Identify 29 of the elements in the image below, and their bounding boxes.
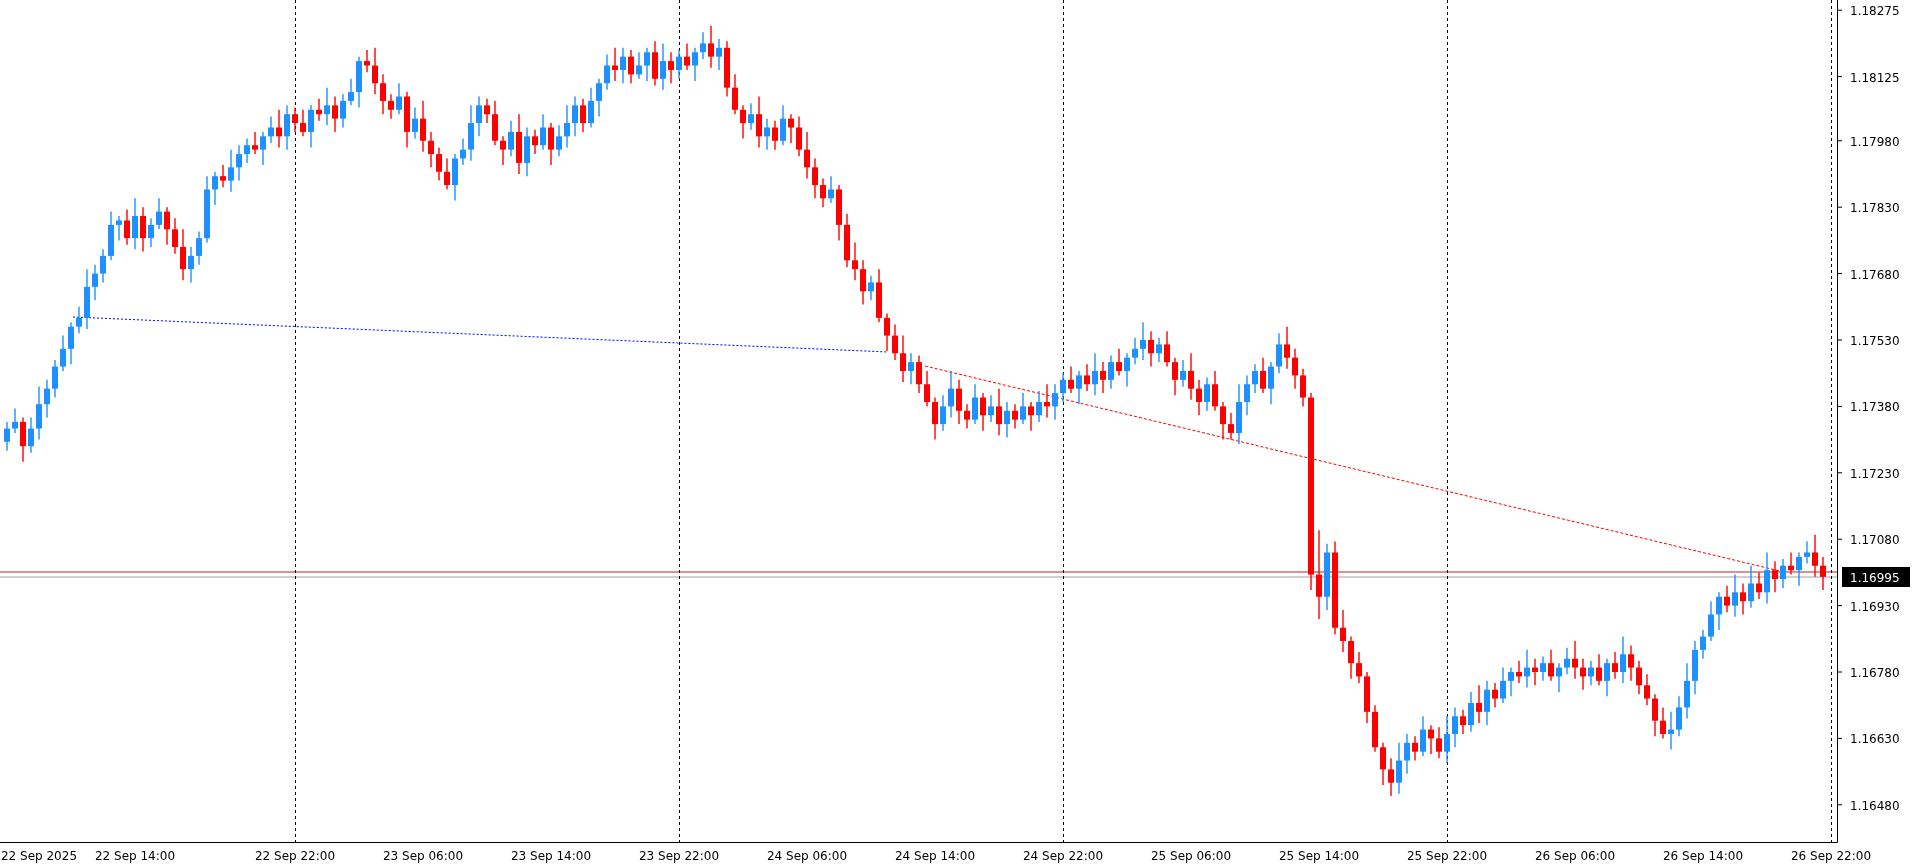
price-label: 1.17830 [1850,201,1900,216]
time-label: 26 Sep 06:00 [1534,849,1616,863]
time-label: 23 Sep 06:00 [382,849,464,863]
time-label: 26 Sep 14:00 [1662,849,1744,863]
price-label: 1.17080 [1850,533,1900,548]
time-label: 24 Sep 22:00 [1022,849,1104,863]
price-label: 1.17680 [1850,267,1900,282]
time-label: 25 Sep 06:00 [1150,849,1232,863]
time-label: 24 Sep 06:00 [766,849,848,863]
time-label: 26 Sep 22:00 [1790,849,1872,863]
price-label: 1.18125 [1850,70,1900,85]
time-label: 25 Sep 22:00 [1406,849,1488,863]
time-label: 23 Sep 22:00 [638,849,720,863]
price-label: 1.16930 [1850,599,1900,614]
time-label: 22 Sep 22:00 [254,849,336,863]
time-label: 24 Sep 14:00 [894,849,976,863]
time-label: 22 Sep 2025 [0,849,78,863]
time-label: 25 Sep 14:00 [1278,849,1360,863]
price-label: 1.17380 [1850,400,1900,415]
price-label: 1.16480 [1850,798,1900,813]
current-price-label: 1.16995 [1842,567,1910,587]
price-label: 1.17980 [1850,134,1900,149]
price-label: 1.17530 [1850,334,1900,348]
price-label: 1.16780 [1850,666,1900,680]
price-label: 1.18275 [1850,4,1900,19]
price-label: 1.17230 [1850,466,1900,481]
time-label: 23 Sep 14:00 [510,849,592,863]
time-label: 22 Sep 14:00 [94,849,176,863]
price-label: 1.16630 [1850,732,1900,747]
